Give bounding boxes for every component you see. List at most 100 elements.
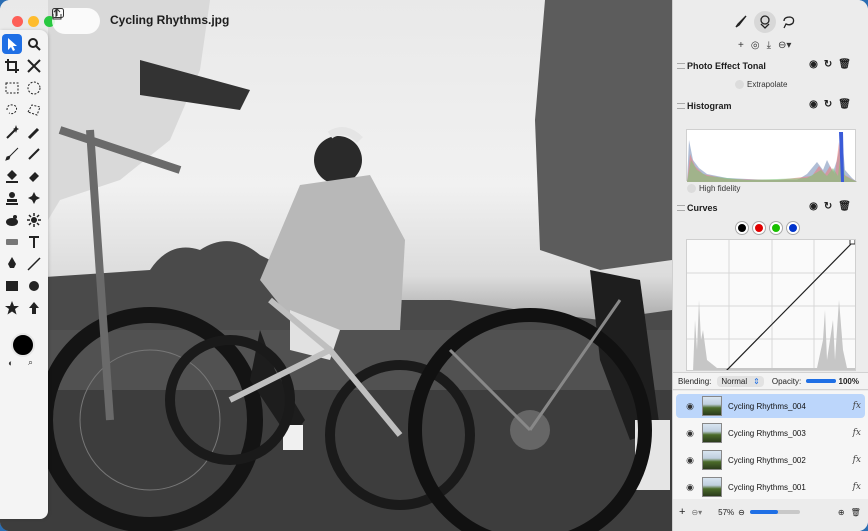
smudge-icon[interactable] [2,210,22,230]
eyedropper-icon[interactable]: ⌕ [28,357,33,368]
channel-red-button[interactable] [753,222,765,234]
pen-icon[interactable] [2,254,22,274]
delete-layer-icon[interactable]: 🗑 [851,508,861,517]
sharpen-icon[interactable] [24,210,44,230]
drag-handle-icon[interactable] [677,63,685,69]
minimize-button[interactable] [28,15,39,27]
layer-row[interactable]: ◉ Cycling Rhythms_004 fx [676,394,865,418]
ellipse-select-icon[interactable] [24,78,44,98]
effect-add-row: + ◎ ⤓ ⊖▾ [738,40,791,51]
layer-fx-icon[interactable]: fx [853,455,861,465]
layer-options-button[interactable]: ⊖▾ [691,508,702,517]
more-options-icon[interactable]: ⊖▾ [778,40,791,51]
histogram-graph [686,129,857,182]
heal-icon[interactable] [24,188,44,208]
clone-stamp-icon[interactable] [2,188,22,208]
layer-name: Cycling Rhythms_003 [728,428,806,438]
zoom-level: 57% [718,507,735,517]
reset-icon[interactable]: ↻ [824,59,832,70]
layer-fx-icon[interactable]: fx [853,482,861,492]
layer-row[interactable]: ◉ Cycling Rhythms_001 fx [676,475,865,499]
fill-icon[interactable] [2,166,22,186]
select-arrow-icon[interactable] [2,34,22,54]
polygon-lasso-icon[interactable] [24,100,44,120]
visibility-eye-icon[interactable]: ◉ [809,201,818,212]
opacity-value[interactable]: 100% [839,377,859,386]
panel-mode-switcher [730,10,800,34]
opacity-slider[interactable] [806,379,837,383]
layer-visibility-eye-icon[interactable]: ◉ [682,455,698,466]
layer-row[interactable]: ◉ Cycling Rhythms_003 fx [676,421,865,445]
curve-channel-selector [736,222,799,234]
layer-fx-icon[interactable]: fx [853,401,861,411]
blend-mode-select[interactable]: Normal ⇕ [717,375,764,387]
radio-icon[interactable] [735,80,744,90]
star-icon[interactable] [2,298,22,318]
zoom-slider[interactable] [749,510,800,514]
pencil-icon[interactable] [24,144,44,164]
drag-handle-icon[interactable] [677,103,685,109]
layer-row[interactable]: ◉ Cycling Rhythms_002 fx [676,448,865,472]
download-icon[interactable]: ⤓ [767,40,771,51]
extrapolate-option[interactable]: Extrapolate [735,80,787,90]
channel-blue-button[interactable] [787,222,799,234]
titlebar-pill [52,8,100,34]
arrow-icon[interactable] [24,298,44,318]
layer-visibility-eye-icon[interactable]: ◉ [682,428,698,439]
curves-graph[interactable] [686,239,856,371]
add-layer-button[interactable]: + [679,506,685,518]
curve-point-handle[interactable] [849,240,855,245]
visibility-eye-icon[interactable]: ◉ [809,59,818,70]
quick-select-icon[interactable] [24,122,44,142]
opacity-label: Opacity: [771,376,802,386]
rectangle-shape-icon[interactable] [2,232,22,252]
brush-mode-icon[interactable] [730,11,752,33]
effect-header-tonal[interactable]: Photo Effect Tonal ◉ ↻ 🗑 [673,58,868,74]
app-window: Cycling Rhythms.jpg ◐ ⌕ + ◎ ⤓ ⊖▾ Photo E… [0,0,868,531]
reset-icon[interactable]: ↻ [824,99,832,110]
crop-icon[interactable] [2,56,22,76]
document-title: Cycling Rhythms.jpg [110,13,230,27]
eraser-icon[interactable] [24,166,44,186]
lasso-icon[interactable] [2,100,22,120]
adjustment-icon[interactable]: ◎ [751,40,760,51]
text-icon[interactable] [24,232,44,252]
primary-color-swatch[interactable] [11,333,35,357]
layer-name: Cycling Rhythms_001 [728,482,806,492]
square-icon[interactable] [2,276,22,296]
lasso-mask-icon[interactable] [778,11,800,33]
layer-visibility-eye-icon[interactable]: ◉ [682,401,698,412]
add-effect-button[interactable]: + [738,40,744,51]
drag-handle-icon[interactable] [677,205,685,211]
visibility-eye-icon[interactable]: ◉ [809,99,818,110]
radio-icon[interactable] [687,184,696,194]
trash-icon[interactable]: 🗑 [838,99,851,110]
effect-header-curves[interactable]: Curves ◉ ↻ 🗑 [673,200,868,216]
brush-icon[interactable] [2,144,22,164]
high-fidelity-option[interactable]: High fidelity [687,184,740,194]
line-icon[interactable] [24,254,44,274]
effect-title: Curves [687,203,718,213]
trash-icon[interactable]: 🗑 [838,59,851,70]
layer-visibility-eye-icon[interactable]: ◉ [682,482,698,493]
reset-icon[interactable]: ↻ [824,201,832,212]
panel-footer: + ⊖▾ 57% ⊖ ⊕ 🗑 [673,500,868,524]
zoom-in-icon[interactable]: ⊕ [838,508,845,517]
image-canvas[interactable]: Cycling Rhythms.jpg [0,0,672,531]
channel-green-button[interactable] [770,222,782,234]
trash-icon[interactable]: 🗑 [838,201,851,212]
effect-header-histogram[interactable]: Histogram ◉ ↻ 🗑 [673,98,868,114]
channel-rgb-button[interactable] [736,222,748,234]
layer-fx-icon[interactable]: fx [853,428,861,438]
zoom-out-icon[interactable]: ⊖ [738,508,745,517]
inspector-panel: + ◎ ⤓ ⊖▾ Photo Effect Tonal ◉ ↻ 🗑 Extrap… [672,0,868,531]
color-swap-icon[interactable]: ◐ [8,358,13,368]
effect-title: Photo Effect Tonal [687,61,766,71]
zoom-icon[interactable] [24,34,44,54]
transform-icon[interactable] [24,56,44,76]
circle-icon[interactable] [24,276,44,296]
rect-select-icon[interactable] [2,78,22,98]
layers-style-icon[interactable] [754,11,776,33]
magic-wand-icon[interactable] [2,122,22,142]
close-button[interactable] [12,15,23,27]
